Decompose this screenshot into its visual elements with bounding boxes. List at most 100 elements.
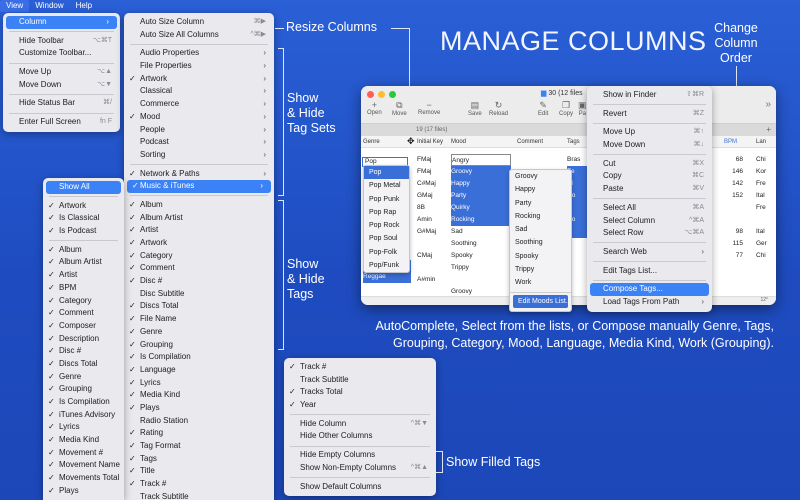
column-context-item-year[interactable]: ✓ Year (284, 399, 436, 412)
cell-initial-key[interactable]: C#Maj (417, 178, 449, 190)
cell-mood[interactable] (451, 274, 511, 286)
column-menu-item-network-paths[interactable]: ✓ Network & Paths › (124, 168, 274, 181)
cell-mood[interactable]: Spooky (451, 250, 511, 262)
save-button[interactable]: ▤ Save (468, 100, 482, 117)
column-menu-item-disc[interactable]: ✓ Disc # (124, 275, 274, 288)
edit-button[interactable]: ✎ Edit (538, 100, 548, 117)
cell-language[interactable] (756, 274, 776, 286)
cell-bpm[interactable] (711, 274, 743, 286)
move-button[interactable]: ⧉ Move (392, 100, 407, 117)
tagset-menu-item-category[interactable]: ✓ Category (43, 295, 124, 308)
cell-language[interactable] (756, 214, 776, 226)
cell-bpm[interactable]: 142 (711, 178, 743, 190)
tagset-menu-item-is-classical[interactable]: ✓ Is Classical (43, 212, 124, 225)
column-menu-item-disc-subtitle[interactable]: Disc Subtitle (124, 288, 274, 301)
column-menu-item-rating[interactable]: ✓ Rating (124, 427, 274, 440)
tagset-menu-item-album[interactable]: ✓ Album (43, 244, 124, 257)
cell-mood[interactable]: Angry (451, 154, 511, 166)
column-menu-item-is-compilation[interactable]: ✓ Is Compilation (124, 351, 274, 364)
column-menu-item-classical[interactable]: Classical › (124, 85, 274, 98)
tagset-menu-item-bpm[interactable]: ✓ BPM (43, 282, 124, 295)
column-menu-item-language[interactable]: ✓ Language (124, 364, 274, 377)
tagset-menu-item-movement[interactable]: ✓ Movement # (43, 447, 124, 460)
mood-option[interactable]: Spooky (510, 250, 571, 263)
column-menu-item-album-artist[interactable]: ✓ Album Artist (124, 212, 274, 225)
tagset-menu-item-is-compilation[interactable]: ✓ Is Compilation (43, 396, 124, 409)
cell-initial-key[interactable]: 8B (417, 202, 449, 214)
cell-language[interactable]: Fre (756, 178, 776, 190)
column-menu-item-radio-station[interactable]: Radio Station (124, 415, 274, 428)
column-menu-item-artwork[interactable]: ✓ Artwork › (124, 73, 274, 86)
column-header-comment[interactable]: Comment (517, 139, 543, 145)
column-menu-item-track[interactable]: ✓ Track # (124, 478, 274, 491)
column-menu-item-artwork[interactable]: ✓ Artwork (124, 237, 274, 250)
column-menu-item-plays[interactable]: ✓ Plays (124, 402, 274, 415)
view-menu-item-hide-status-bar[interactable]: Hide Status Bar ⌘/ (3, 97, 120, 110)
context-menu-item-search-web[interactable]: Search Web › (587, 246, 712, 259)
column-header-genre[interactable]: Genre (363, 139, 380, 145)
column-menu-item-mood[interactable]: ✓ Mood › (124, 111, 274, 124)
column-menu-item-commerce[interactable]: Commerce › (124, 98, 274, 111)
tagset-menu-item-itunes-advisory[interactable]: ✓ iTunes Advisory (43, 409, 124, 422)
genre-option[interactable]: Pop Rap (364, 206, 409, 219)
mood-option[interactable]: Happy (510, 183, 571, 196)
minimize-icon[interactable] (378, 91, 385, 98)
column-menu-item-album[interactable]: ✓ Album (124, 199, 274, 212)
cell-language[interactable]: Ger (756, 238, 776, 250)
tagset-menu-item-is-podcast[interactable]: ✓ Is Podcast (43, 225, 124, 238)
view-menu-item-move-down[interactable]: Move Down ⌥▼ (3, 79, 120, 92)
mood-option[interactable]: Soothing (510, 236, 571, 249)
cell-bpm[interactable]: 77 (711, 250, 743, 262)
genre-option[interactable]: Pop Metal (364, 179, 409, 192)
open-button[interactable]: + Open (367, 100, 382, 116)
context-menu-item-select-all[interactable]: Select All ⌘A (587, 202, 712, 215)
column-menu-item-file-name[interactable]: ✓ File Name (124, 313, 274, 326)
column-menu-item-title[interactable]: ✓ Title (124, 465, 274, 478)
column-header-bpm[interactable]: BPM (724, 139, 737, 145)
column-menu-item-category[interactable]: ✓ Category (124, 250, 274, 263)
tagset-menu-item-grouping[interactable]: ✓ Grouping (43, 383, 124, 396)
mood-option[interactable]: Party (510, 197, 571, 210)
remove-button[interactable]: − Remove (418, 100, 440, 116)
column-header-initial-key[interactable]: Initial Key (417, 139, 443, 145)
close-icon[interactable] (367, 91, 374, 98)
tagset-menu-item-discs-total[interactable]: ✓ Discs Total (43, 358, 124, 371)
cell-mood[interactable]: Rocking (451, 214, 511, 226)
tagset-menu-item-plays[interactable]: ✓ Plays (43, 485, 124, 498)
column-context-item-tracks-total[interactable]: ✓ Tracks Total (284, 386, 436, 399)
mood-option[interactable]: Groovy (510, 170, 571, 183)
cell-initial-key[interactable]: FMaj (417, 154, 449, 166)
column-menu-item-people[interactable]: People › (124, 124, 274, 137)
tagset-menu-item-show-all[interactable]: Show All (46, 181, 121, 194)
cell-mood[interactable]: Quirky (451, 202, 511, 214)
genre-option[interactable]: Pop-Folk (364, 246, 409, 259)
cell-language[interactable]: Chi (756, 250, 776, 262)
cell-mood[interactable]: Groovy (451, 166, 511, 178)
view-menu-item-move-up[interactable]: Move Up ⌥▲ (3, 66, 120, 79)
tagset-menu-item-comment[interactable]: ✓ Comment (43, 307, 124, 320)
column-context-item-hide-column[interactable]: Hide Column ^⌘▼ (284, 418, 436, 431)
tagset-menu-item-description[interactable]: ✓ Description (43, 333, 124, 346)
tagset-menu-item-genre[interactable]: ✓ Genre (43, 371, 124, 384)
context-menu-item-load-tags-from-path[interactable]: Load Tags From Path › (587, 296, 712, 309)
mood-option[interactable]: Sad (510, 223, 571, 236)
tagset-menu-item-composer[interactable]: ✓ Composer (43, 320, 124, 333)
view-menu-item-hide-toolbar[interactable]: Hide Toolbar ⌥⌘T (3, 35, 120, 48)
column-menu-item-track-subtitle[interactable]: Track Subtitle (124, 491, 274, 500)
context-menu-item-select-row[interactable]: Select Row ⌥⌘A (587, 227, 712, 240)
cell-initial-key[interactable]: A#min (417, 274, 449, 286)
tagset-menu-item-movements-total[interactable]: ✓ Movements Total (43, 472, 124, 485)
context-menu-item-move-down[interactable]: Move Down ⌘↓ (587, 139, 712, 152)
reload-button[interactable]: ↻ Reload (489, 100, 508, 117)
context-menu-item-paste[interactable]: Paste ⌘V (587, 183, 712, 196)
column-menu-item-tag-format[interactable]: ✓ Tag Format (124, 440, 274, 453)
context-menu-item-select-column[interactable]: Select Column ^⌘A (587, 215, 712, 228)
view-menu-item-customize-toolbar[interactable]: Customize Toolbar... (3, 47, 120, 60)
cell-language[interactable]: Chi (756, 154, 776, 166)
column-header-tags[interactable]: Tags (567, 139, 580, 145)
cell-bpm[interactable] (711, 202, 743, 214)
column-menu-item-artist[interactable]: ✓ Artist (124, 224, 274, 237)
column-context-item-show-non-empty-columns[interactable]: Show Non-Empty Columns ^⌘▲ (284, 462, 436, 475)
column-menu-item-audio-properties[interactable]: Audio Properties › (124, 47, 274, 60)
genre-option[interactable]: Pop Punk (364, 193, 409, 206)
